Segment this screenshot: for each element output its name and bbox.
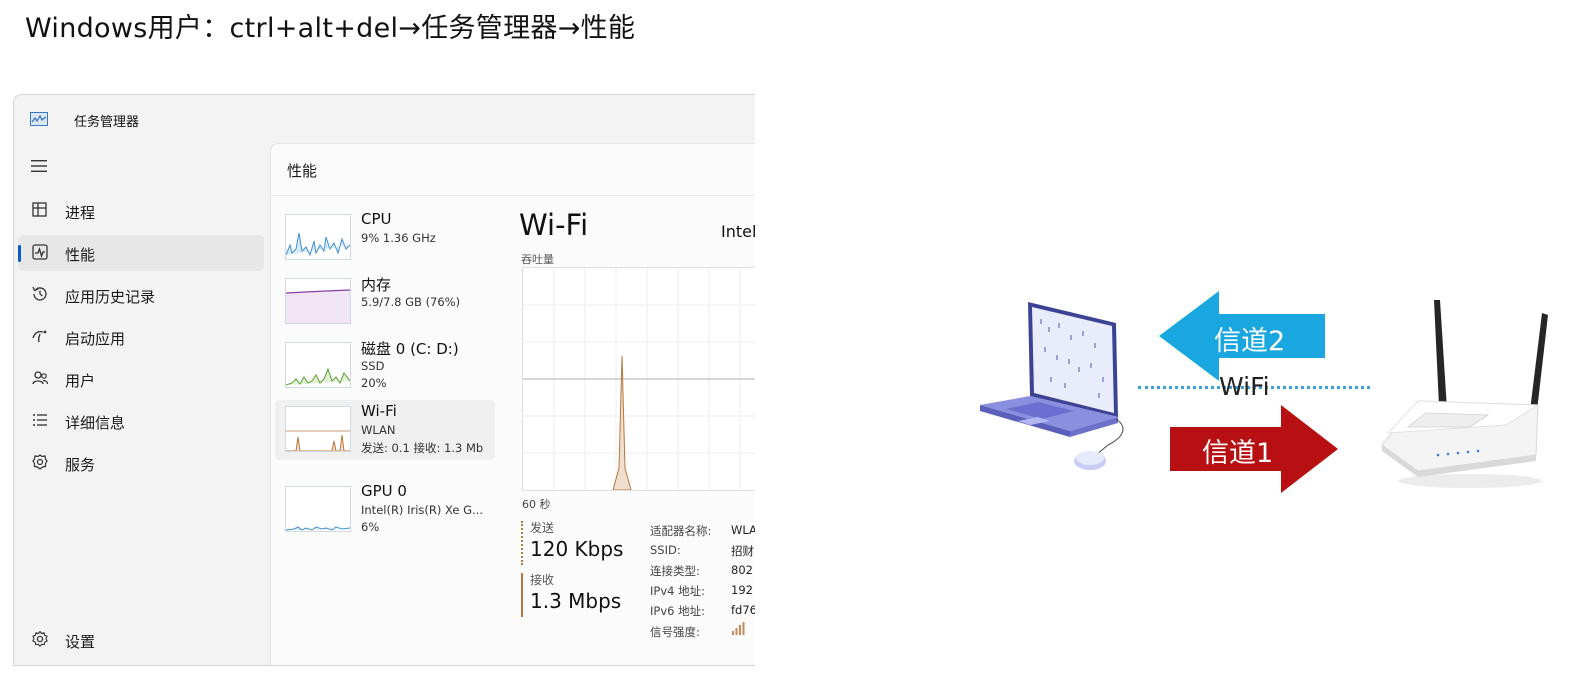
nav-item-services[interactable]: 服务: [18, 445, 264, 481]
perf-sub-disk-usage: 20%: [361, 376, 387, 390]
task-manager-app-icon: [30, 112, 48, 126]
wifi-channel-diagram: 信道2 WiFi 信道1: [960, 285, 1572, 525]
send-stat: 发送 120 Kbps: [521, 519, 624, 565]
wifi-label: WiFi: [1219, 372, 1270, 401]
nav-label-app-history: 应用历史记录: [65, 288, 156, 306]
perf-sub-disk-type: SSD: [361, 359, 385, 373]
receive-stat: 接收 1.3 Mbps: [521, 571, 622, 617]
perf-item-cpu[interactable]: CPU 9% 1.36 GHz: [275, 208, 495, 268]
perf-item-wifi[interactable]: Wi-Fi WLAN 发送: 0.1 接收: 1.3 Mb: [275, 400, 495, 460]
receive-value: 1.3 Mbps: [530, 589, 622, 613]
menu-icon[interactable]: [31, 159, 49, 177]
throughput-label: 吞吐量: [521, 253, 554, 266]
prop-val-ssid: 招财: [731, 544, 754, 558]
send-label: 发送: [530, 521, 555, 535]
startup-icon: [30, 326, 50, 346]
perf-name-cpu: CPU: [361, 210, 392, 228]
header-divider: [271, 195, 755, 196]
nav-label-details: 详细信息: [65, 414, 126, 432]
nav-label-startup-apps: 启动应用: [65, 330, 126, 348]
nav-item-startup-apps[interactable]: 启动应用: [18, 319, 264, 355]
perf-item-gpu[interactable]: GPU 0 Intel(R) Iris(R) Xe G... 6%: [275, 480, 495, 540]
processes-icon: [30, 200, 50, 220]
perf-name-wifi: Wi-Fi: [361, 402, 397, 420]
slide-title: Windows用户：ctrl+alt+del→任务管理器→性能: [25, 13, 636, 44]
prop-key-ipv6: IPv6 地址:: [650, 604, 705, 618]
send-indicator: [521, 521, 525, 565]
memory-thumbnail-graph: [285, 278, 351, 324]
perf-sub-gpu-usage: 6%: [361, 520, 380, 534]
perf-name-memory: 内存: [361, 276, 392, 294]
detail-title: Wi-Fi: [519, 208, 589, 242]
services-icon: [30, 452, 50, 472]
nav-label-settings: 设置: [65, 633, 96, 651]
perf-sub-wifi-rates: 发送: 0.1 接收: 1.3 Mb: [361, 441, 484, 455]
router-illustration: [1381, 300, 1548, 488]
perf-name-gpu: GPU 0: [361, 482, 407, 500]
perf-item-disk[interactable]: 磁盘 0 (C: D:) SSD 20%: [275, 336, 495, 396]
send-value: 120 Kbps: [530, 537, 624, 561]
prop-key-ipv4: IPv4 地址:: [650, 584, 705, 598]
perf-sub-memory: 5.9/7.8 GB (76%): [361, 295, 461, 309]
disk-thumbnail-graph: [285, 342, 351, 388]
perf-name-disk: 磁盘 0 (C: D:): [361, 340, 459, 358]
wifi-thumbnail-graph: [285, 406, 351, 452]
nav-item-processes[interactable]: 进程: [18, 193, 264, 229]
active-indicator: [18, 245, 21, 262]
graph-timespan: 60 秒: [522, 498, 551, 511]
perf-sub-gpu-model: Intel(R) Iris(R) Xe G...: [361, 503, 483, 517]
performance-icon: [30, 242, 50, 262]
cpu-thumbnail-graph: [285, 214, 351, 260]
task-manager-window: 任务管理器 进程 性能 应用历史记录 启动应用 用户 详细信息 服务 设置 性能…: [13, 94, 755, 666]
navigation-pane: 进程 性能 应用历史记录 启动应用 用户 详细信息 服务 设置: [14, 143, 272, 665]
prop-key-signal: 信号强度:: [650, 625, 700, 639]
prop-key-adapter: 适配器名称:: [650, 524, 712, 538]
prop-key-connection-type: 连接类型:: [650, 564, 700, 578]
history-icon: [30, 284, 50, 304]
page-title: 性能: [287, 162, 318, 180]
perf-sub-cpu: 9% 1.36 GHz: [361, 231, 436, 245]
nav-label-performance: 性能: [65, 246, 96, 264]
throughput-graph: [522, 267, 755, 491]
nav-item-users[interactable]: 用户: [18, 361, 264, 397]
window-title: 任务管理器: [74, 115, 140, 130]
users-icon: [30, 368, 50, 388]
title-bar[interactable]: 任务管理器: [14, 95, 755, 141]
nav-label-users: 用户: [65, 372, 96, 390]
prop-val-connection-type: 802: [731, 563, 753, 577]
nav-item-app-history[interactable]: 应用历史记录: [18, 277, 264, 313]
gpu-thumbnail-graph: [285, 486, 351, 532]
receive-indicator: [521, 573, 523, 617]
nav-item-settings[interactable]: 设置: [18, 622, 264, 658]
settings-gear-icon: [30, 629, 50, 649]
prop-key-ssid: SSID:: [650, 543, 681, 557]
laptop-illustration: [980, 302, 1124, 470]
prop-val-ipv4: 192: [731, 583, 753, 597]
perf-item-memory[interactable]: 内存 5.9/7.8 GB (76%): [275, 272, 495, 332]
nav-item-performance[interactable]: 性能: [18, 235, 264, 271]
nav-item-details[interactable]: 详细信息: [18, 403, 264, 439]
details-icon: [30, 410, 50, 430]
signal-strength-icon: [732, 622, 745, 635]
perf-sub-wifi-adapter: WLAN: [361, 423, 396, 437]
nav-label-services: 服务: [65, 456, 96, 474]
receive-label: 接收: [530, 573, 555, 587]
performance-content: 性能 CPU 9% 1.36 GHz 内存 5.9/7.8 GB (76%) 磁…: [270, 143, 755, 665]
detail-adapter-name: Intel: [721, 222, 755, 241]
channel2-label: 信道2: [1214, 326, 1286, 357]
nav-label-processes: 进程: [65, 204, 96, 222]
prop-val-adapter: WLA: [731, 523, 755, 537]
channel1-label: 信道1: [1202, 438, 1274, 469]
prop-val-ipv6: fd76: [731, 603, 755, 617]
